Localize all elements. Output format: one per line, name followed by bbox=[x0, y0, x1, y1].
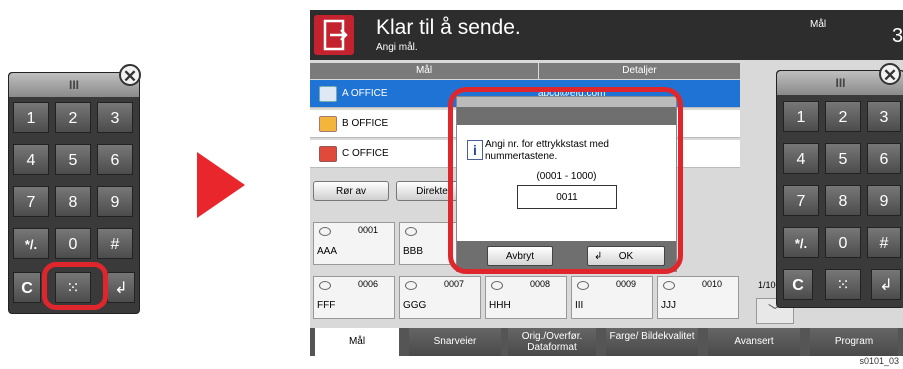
key-enter-icon[interactable]: ↲ bbox=[871, 269, 901, 300]
key-8[interactable]: 8 bbox=[55, 186, 91, 217]
clear-button[interactable]: Rør av bbox=[313, 181, 389, 201]
list-item-name: B OFFICE bbox=[342, 118, 389, 129]
one-touch-key[interactable]: 0009 III bbox=[571, 276, 653, 319]
tile-number: 0007 bbox=[444, 279, 465, 289]
tile-name: FFF bbox=[317, 300, 336, 311]
email-icon bbox=[319, 86, 337, 102]
key-4[interactable]: 4 bbox=[783, 143, 819, 174]
key-1[interactable]: 1 bbox=[783, 101, 819, 132]
tile-number: 0009 bbox=[616, 279, 637, 289]
key-clear[interactable]: C bbox=[13, 272, 41, 303]
tile-name: AAA bbox=[317, 246, 338, 257]
key-3[interactable]: 3 bbox=[867, 101, 901, 132]
keypad-close-icon[interactable]: ✕ bbox=[879, 63, 901, 85]
highlight-ring-dialog bbox=[448, 87, 683, 274]
page-subtitle: Angi mål. bbox=[376, 42, 418, 53]
keypad-close-icon[interactable]: ✕ bbox=[119, 64, 141, 86]
folder-icon bbox=[319, 116, 337, 132]
email-icon bbox=[663, 281, 675, 290]
key-hash[interactable]: # bbox=[97, 228, 133, 259]
key-0[interactable]: 0 bbox=[825, 227, 861, 258]
one-touch-key[interactable]: 0008 HHH bbox=[485, 276, 567, 319]
email-icon bbox=[577, 281, 589, 290]
destination-count: 3 bbox=[892, 25, 903, 47]
key-5[interactable]: 5 bbox=[55, 144, 91, 175]
tile-name: BBB bbox=[403, 246, 424, 257]
tab-original-format[interactable]: Orig./Overfør. Dataformat bbox=[508, 328, 596, 356]
tile-number: 0006 bbox=[358, 279, 379, 289]
column-header-details[interactable]: Detaljer bbox=[539, 63, 740, 79]
key-8[interactable]: 8 bbox=[825, 185, 861, 216]
tile-number: 0001 bbox=[358, 225, 379, 235]
list-item-name: A OFFICE bbox=[342, 88, 388, 99]
one-touch-key[interactable]: 0007 GGG bbox=[399, 276, 481, 319]
email-icon bbox=[319, 281, 331, 290]
key-2[interactable]: 2 bbox=[825, 101, 861, 132]
send-icon bbox=[314, 15, 354, 55]
key-star-dot[interactable]: */. bbox=[783, 227, 819, 258]
one-touch-key[interactable]: 0010 JJJ bbox=[657, 276, 739, 319]
key-6[interactable]: 6 bbox=[867, 143, 901, 174]
key-9[interactable]: 9 bbox=[867, 185, 901, 216]
email-icon bbox=[405, 227, 417, 236]
key-7[interactable]: 7 bbox=[783, 185, 819, 216]
highlight-ring-grid-key bbox=[42, 262, 108, 310]
tab-advanced[interactable]: Avansert bbox=[708, 328, 800, 356]
one-touch-key[interactable]: 0001 AAA bbox=[313, 222, 395, 265]
overlay-keypad: III 1 2 3 4 5 6 7 8 9 */. 0 # C ⁙ ↲ bbox=[776, 70, 903, 308]
key-grid-icon[interactable]: ⁙ bbox=[825, 269, 861, 300]
tile-name: III bbox=[575, 300, 584, 311]
tab-bar: Mål Snarveier Orig./Overfør. Dataformat … bbox=[310, 328, 903, 356]
key-clear[interactable]: C bbox=[783, 269, 813, 300]
key-7[interactable]: 7 bbox=[13, 186, 49, 217]
key-6[interactable]: 6 bbox=[97, 144, 133, 175]
tab-destination[interactable]: Mål bbox=[315, 328, 399, 356]
key-4[interactable]: 4 bbox=[13, 144, 49, 175]
key-0[interactable]: 0 bbox=[55, 228, 91, 259]
tile-name: GGG bbox=[403, 300, 427, 311]
key-5[interactable]: 5 bbox=[825, 143, 861, 174]
column-header-destination[interactable]: Mål bbox=[310, 63, 538, 79]
tile-number: 0008 bbox=[530, 279, 551, 289]
key-9[interactable]: 9 bbox=[97, 186, 133, 217]
key-star-dot[interactable]: */. bbox=[13, 228, 49, 259]
destination-label: Mål bbox=[810, 19, 827, 30]
page-title: Klar til å sende. bbox=[376, 16, 521, 39]
one-touch-key[interactable]: 0006 FFF bbox=[313, 276, 395, 319]
email-icon bbox=[405, 281, 417, 290]
tab-program[interactable]: Program bbox=[810, 328, 898, 356]
arrow-right-icon bbox=[197, 152, 245, 218]
figure-caption: s0101_03 bbox=[859, 356, 899, 366]
header-bar: Klar til å sende. Angi mål. Mål 3 bbox=[310, 10, 903, 60]
email-icon bbox=[319, 227, 331, 236]
tile-name: JJJ bbox=[661, 300, 676, 311]
key-hash[interactable]: # bbox=[867, 227, 901, 258]
key-3[interactable]: 3 bbox=[97, 102, 133, 133]
group-icon bbox=[319, 146, 337, 162]
key-2[interactable]: 2 bbox=[55, 102, 91, 133]
list-item-name: C OFFICE bbox=[342, 148, 389, 159]
key-1[interactable]: 1 bbox=[13, 102, 49, 133]
tile-number: 0010 bbox=[702, 279, 723, 289]
email-icon bbox=[491, 281, 503, 290]
tab-color-quality[interactable]: Farge/ Bildekvalitet bbox=[606, 328, 698, 356]
key-enter-icon[interactable]: ↲ bbox=[107, 272, 135, 303]
tile-name: HHH bbox=[489, 300, 511, 311]
tab-shortcuts[interactable]: Snarveier bbox=[409, 328, 501, 356]
